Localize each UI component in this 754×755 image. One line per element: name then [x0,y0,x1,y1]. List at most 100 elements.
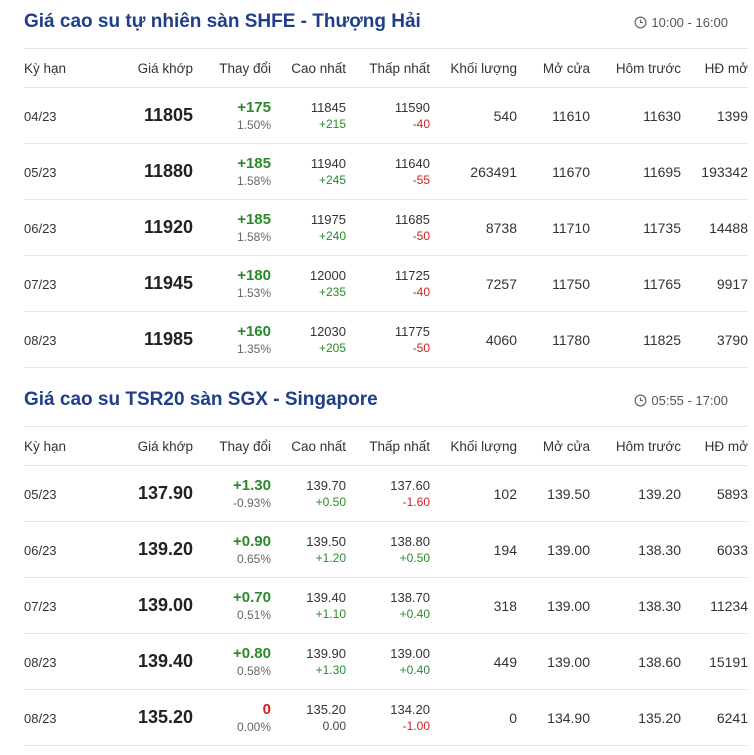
change-percent: 1.53% [236,285,271,300]
volume-cell: 8738 [485,219,517,236]
price-cell: 139.00 [137,595,193,615]
low-change: +0.50 [399,551,430,565]
prev-close-cell: 11630 [643,107,681,124]
high-change: +240 [318,229,346,243]
table-row: 05/23 11880 +185 1.58% 11940 +245 11640 -55 2634… [24,143,748,200]
price-cell: 11945 [143,273,193,293]
price-cell: 11920 [143,217,193,237]
open-cell: 139.50 [547,485,590,502]
term-cell: 07/23 [24,276,57,292]
section-header: Giá cao su tự nhiên sàn SHFE - Thượng Hả… [0,0,754,48]
price-cell: 11985 [143,329,193,349]
volume-cell: 540 [493,107,517,124]
low-cell: 11775 [394,324,430,339]
high-cell: 135.20 [306,702,346,717]
low-cell: 138.70 [390,590,430,605]
term-cell: 08/23 [24,332,57,348]
low-change: -50 [412,229,430,243]
table-row: 05/23 137.90 +1.30 -0.93% 139.70 +0.50 137.60 -… [24,465,748,522]
trading-hours-text: 05:55 - 17:00 [651,393,728,408]
table-row: 06/23 11920 +185 1.58% 11975 +240 11685 -50 8738… [24,199,748,256]
col-header-term: Kỳ hạn [24,426,96,466]
low-change: +0.40 [399,607,430,621]
open-interest-cell: 11234 [710,597,748,614]
change-cell: +0.90 [233,532,271,550]
change-cell: 0 [262,700,271,718]
open-interest-cell: 193342 [701,163,748,180]
col-header-prev: Hôm trước [590,426,681,466]
term-cell: 05/23 [24,486,57,502]
col-header-term: Kỳ hạn [24,48,96,88]
price-cell: 137.90 [137,483,193,503]
price-table: Kỳ hạn Giá khớp Thay đổi Cao nhất Thấp n… [24,426,748,746]
term-cell: 06/23 [24,220,57,236]
col-header-open: Mở cửa [517,48,590,88]
table-header-row: Kỳ hạn Giá khớp Thay đổi Cao nhất Thấp n… [24,48,748,88]
change-percent: 0.00% [236,719,271,734]
change-percent: -0.93% [232,495,271,510]
high-change: +1.30 [315,663,346,677]
price-cell: 11805 [143,105,193,125]
change-cell: +185 [237,210,271,228]
term-cell: 07/23 [24,598,57,614]
col-header-price: Giá khớp [96,426,193,466]
change-percent: 0.58% [236,663,271,678]
change-percent: 0.65% [236,551,271,566]
low-change: -50 [412,341,430,355]
change-percent: 1.58% [236,173,271,188]
sgx-section: Giá cao su TSR20 sàn SGX - Singapore 05:… [0,378,754,746]
section-header: Giá cao su TSR20 sàn SGX - Singapore 05:… [0,378,754,426]
high-change: +205 [318,341,346,355]
col-header-low: Thấp nhất [346,48,430,88]
prev-close-cell: 138.30 [638,597,681,614]
change-cell: +0.80 [233,644,271,662]
volume-cell: 318 [493,597,517,614]
section-title: Giá cao su tự nhiên sàn SHFE - Thượng Hả… [24,11,421,32]
prev-close-cell: 138.30 [638,541,681,558]
low-change: -1.60 [402,495,430,509]
high-cell: 12030 [309,324,346,339]
change-percent: 1.50% [236,117,271,132]
open-interest-cell: 3790 [716,331,748,348]
col-header-low: Thấp nhất [346,426,430,466]
term-cell: 06/23 [24,542,57,558]
col-header-high: Cao nhất [271,426,346,466]
volume-cell: 263491 [470,163,517,180]
volume-cell: 449 [493,653,517,670]
open-interest-cell: 6241 [716,709,748,726]
high-change: +235 [318,285,346,299]
col-header-volume: Khối lượng [430,48,517,88]
table-row: 06/23 139.20 +0.90 0.65% 139.50 +1.20 138.80 +0… [24,521,748,578]
low-change: -40 [412,285,430,299]
change-cell: +185 [237,154,271,172]
high-cell: 11940 [310,156,346,171]
high-cell: 139.40 [306,590,346,605]
col-header-change: Thay đổi [193,48,271,88]
clock-icon [634,16,647,29]
col-header-prev: Hôm trước [590,48,681,88]
col-header-price: Giá khớp [96,48,193,88]
table-row: 08/23 139.40 +0.80 0.58% 139.90 +1.30 139.00 +0… [24,633,748,690]
volume-cell: 194 [493,541,517,558]
high-cell: 12000 [309,268,346,283]
trading-hours: 10:00 - 16:00 [634,15,728,30]
volume-cell: 4060 [485,331,517,348]
low-cell: 134.20 [390,702,430,717]
open-cell: 11670 [552,163,590,180]
table-row: 08/23 135.20 0 0.00% 135.20 0.00 134.20 -1.00 0 1… [24,689,748,746]
prev-close-cell: 11735 [643,219,681,236]
low-change: -1.00 [402,719,430,733]
open-cell: 11710 [552,219,590,236]
high-cell: 139.70 [306,478,346,493]
low-cell: 11640 [394,156,430,171]
term-cell: 08/23 [24,654,57,670]
col-header-oi: HĐ mở [681,426,748,466]
col-header-high: Cao nhất [271,48,346,88]
open-cell: 139.00 [547,541,590,558]
term-cell: 05/23 [24,164,57,180]
open-cell: 139.00 [547,597,590,614]
price-table: Kỳ hạn Giá khớp Thay đổi Cao nhất Thấp n… [24,48,748,368]
low-change: +0.40 [399,663,430,677]
high-cell: 11845 [310,100,346,115]
table-row: 07/23 11945 +180 1.53% 12000 +235 11725 -40 7257… [24,255,748,312]
